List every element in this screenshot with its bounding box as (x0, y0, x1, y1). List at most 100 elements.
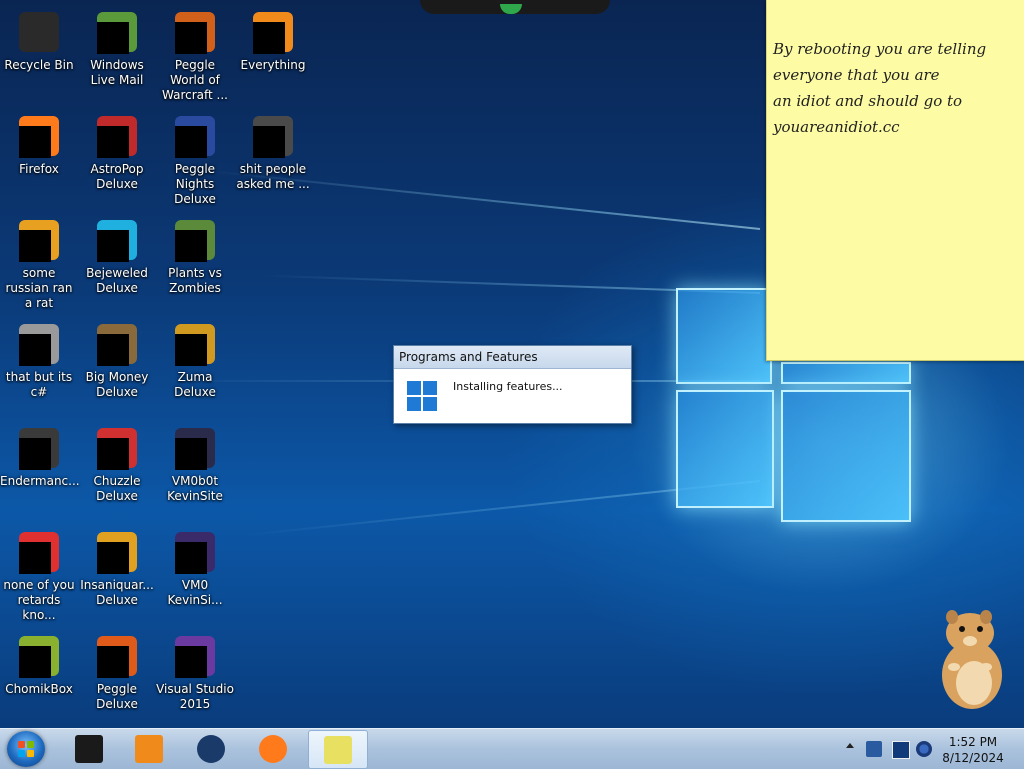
desktop-icon-label: VM0 KevinSi... (167, 578, 223, 607)
desktop-icon-label: ChomikBox (5, 682, 73, 696)
desktop-icon[interactable]: Everything (234, 4, 312, 73)
desktop-icon[interactable]: Peggle Nights Deluxe (156, 108, 234, 207)
globe-taskbar-icon (197, 735, 225, 763)
app-icon (249, 112, 297, 160)
desktop-icon-label: Bejeweled Deluxe (86, 266, 148, 295)
desktop-icon[interactable]: Endermanc... (0, 420, 80, 489)
app-icon (93, 8, 141, 56)
desktop-icon-label: Windows Live Mail (90, 58, 144, 87)
network-icon[interactable] (892, 741, 910, 759)
app-icon (15, 112, 63, 160)
show-hidden-icons-chevron-icon[interactable] (846, 743, 854, 748)
desktop-icon-label: Peggle Nights Deluxe (174, 162, 216, 206)
taskbar-button[interactable] (120, 730, 178, 767)
app-icon (171, 632, 219, 680)
desktop-icon[interactable]: Chuzzle Deluxe (78, 420, 156, 504)
desktop-icon[interactable]: Windows Live Mail (78, 4, 156, 88)
sticky-notes-taskbar-icon (324, 736, 352, 764)
taskbar-button[interactable] (308, 730, 368, 769)
sticky-note[interactable]: By rebooting you are telling everyone th… (766, 0, 1024, 361)
app-icon (93, 112, 141, 160)
app-icon (93, 320, 141, 368)
dialog-body: Installing features... (394, 369, 631, 423)
dialog-message: Installing features... (453, 380, 563, 393)
desktop-icon[interactable]: ChomikBox (0, 628, 78, 697)
window-pane-top-left (676, 288, 772, 384)
desktop-icon-label: Visual Studio 2015 (156, 682, 234, 711)
start-button[interactable] (7, 731, 45, 767)
desktop-icon-label: Chuzzle Deluxe (93, 474, 141, 503)
desktop-icon-label: Recycle Bin (4, 58, 74, 72)
window-pane-bottom-right (781, 390, 911, 522)
desktop-icon[interactable]: Peggle Deluxe (78, 628, 156, 712)
app-icon (15, 8, 63, 56)
app-icon (171, 112, 219, 160)
desktop-icon[interactable]: AstroPop Deluxe (78, 108, 156, 192)
app-icon (15, 320, 63, 368)
desktop-icon[interactable]: Visual Studio 2015 (156, 628, 234, 712)
volume-icon[interactable] (916, 741, 932, 757)
sticky-note-text[interactable]: By rebooting you are telling everyone th… (773, 36, 1013, 140)
desktop-icon[interactable]: Recycle Bin (0, 4, 78, 73)
firefox-taskbar-icon (259, 735, 287, 763)
system-clock[interactable]: 1:52 PM 8/12/2024 (936, 734, 1010, 766)
desktop-icon[interactable]: VM0b0t KevinSite (156, 420, 234, 504)
desktop-icon-label: Plants vs Zombies (168, 266, 222, 295)
desktop-icon[interactable]: VM0 KevinSi... (156, 524, 234, 608)
desktop-icon[interactable]: Big Money Deluxe (78, 316, 156, 400)
desktop-icon[interactable]: shit people asked me ... (234, 108, 312, 192)
desktop-icon-label: Peggle World of Warcraft ... (162, 58, 228, 102)
media-player-taskbar-icon (135, 735, 163, 763)
desktop-icon-label: Firefox (19, 162, 59, 176)
hamster-mascot[interactable] (930, 605, 1010, 710)
desktop-icon-label: Endermanc... (0, 474, 80, 488)
app-icon (15, 216, 63, 264)
app-icon (171, 8, 219, 56)
app-icon (93, 528, 141, 576)
app-icon (171, 216, 219, 264)
window-pane-bottom-left (676, 390, 774, 508)
dialog-title: Programs and Features (394, 346, 631, 369)
desktop-icon-label: Zuma Deluxe (174, 370, 216, 399)
desktop-icon-label: AstroPop Deluxe (90, 162, 144, 191)
app-icon (93, 424, 141, 472)
app-icon (93, 632, 141, 680)
desktop-icon-label: VM0b0t KevinSite (167, 474, 223, 503)
clock-time: 1:52 PM (948, 735, 998, 749)
terminal-taskbar-icon (75, 735, 103, 763)
desktop-icon[interactable]: Zuma Deluxe (156, 316, 234, 400)
desktop-icon-label: that but its c# (5, 370, 73, 399)
app-icon (171, 424, 219, 472)
desktop-icon-label: Insaniquar... Deluxe (80, 578, 154, 607)
desktop-icon[interactable]: none of you retards kno... (0, 524, 78, 623)
desktop-icon-label: some russian ran a rat (5, 266, 73, 310)
desktop-icon-label: Big Money Deluxe (85, 370, 149, 399)
windows-flag-icon (18, 741, 34, 757)
desktop-icon[interactable]: Firefox (0, 108, 78, 177)
app-icon (15, 528, 63, 576)
window-pane-top-right (781, 362, 911, 384)
taskbar-button[interactable] (244, 730, 302, 767)
taskbar-button[interactable] (182, 730, 240, 767)
app-icon (15, 424, 63, 472)
desktop-icon-label: Everything (240, 58, 306, 72)
taskbar: 1:52 PM 8/12/2024 (0, 728, 1024, 769)
app-icon (171, 528, 219, 576)
desktop-icon-label: Peggle Deluxe (96, 682, 138, 711)
desktop-icon[interactable]: Plants vs Zombies (156, 212, 234, 296)
clock-date: 8/12/2024 (942, 751, 1004, 765)
desktop-icon[interactable]: some russian ran a rat (0, 212, 78, 311)
desktop-icon-label: none of you retards kno... (3, 578, 75, 622)
app-icon (171, 320, 219, 368)
desktop-icon[interactable]: Peggle World of Warcraft ... (156, 4, 234, 103)
programs-features-dialog[interactable]: Programs and Features Installing feature… (393, 345, 632, 424)
taskbar-button[interactable] (60, 730, 118, 767)
desktop-icon-label: shit people asked me ... (236, 162, 310, 191)
desktop-icon[interactable]: Insaniquar... Deluxe (78, 524, 156, 608)
app-icon (15, 632, 63, 680)
app-icon (93, 216, 141, 264)
desktop-icon[interactable]: Bejeweled Deluxe (78, 212, 156, 296)
windows-logo-icon (407, 381, 437, 411)
desktop-icon[interactable]: that but its c# (0, 316, 78, 400)
tray-app-icon[interactable] (866, 741, 882, 757)
